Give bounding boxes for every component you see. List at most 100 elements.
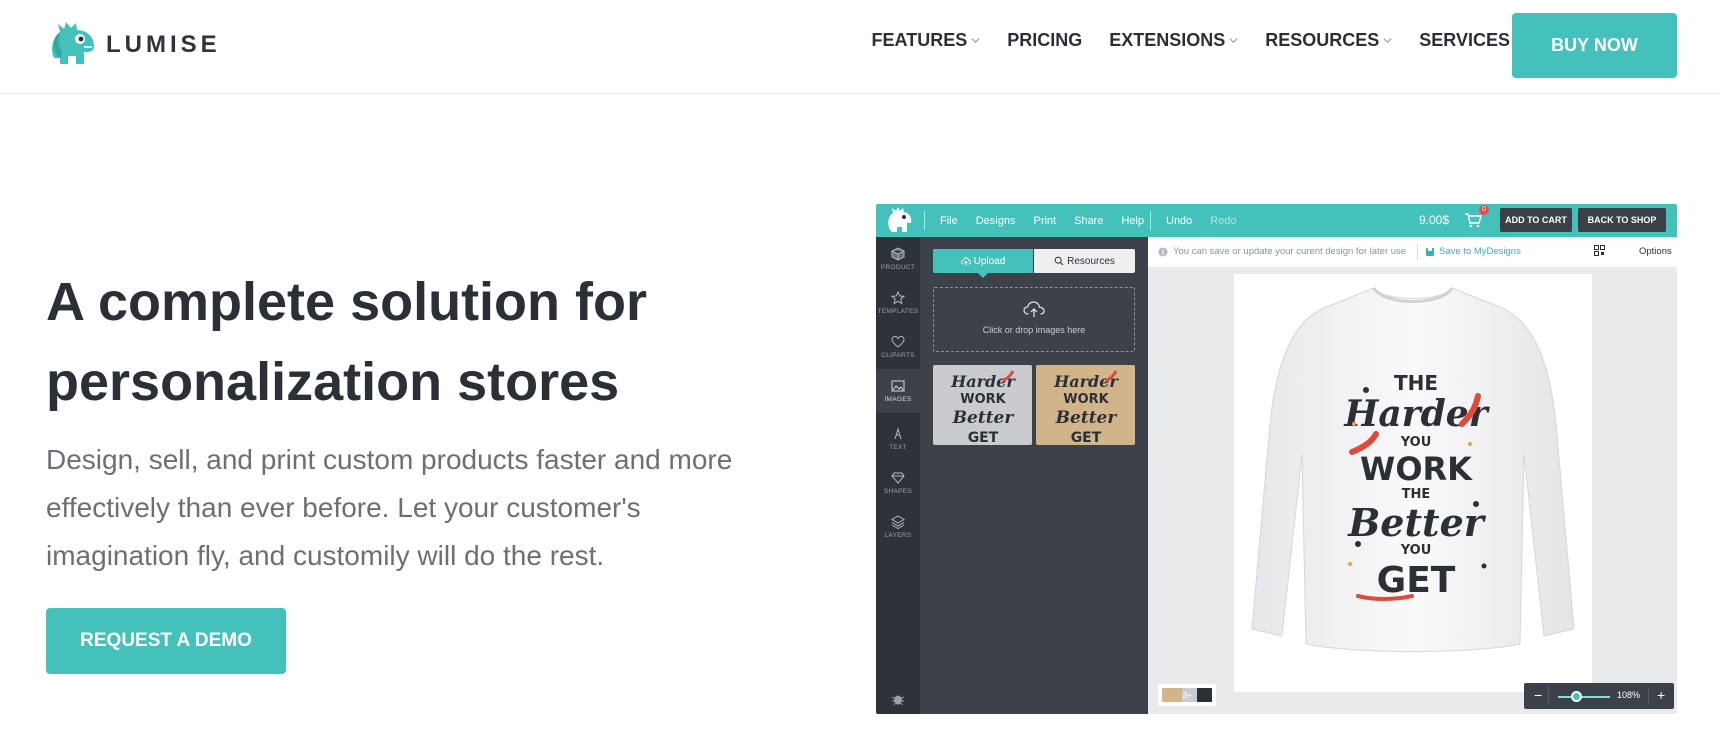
text-icon	[894, 427, 902, 440]
zoom-value: 108%	[1617, 690, 1641, 700]
zoom-slider-handle[interactable]	[1571, 691, 1582, 702]
zoom-out-button[interactable]: −	[1534, 687, 1542, 703]
thumb-text-harder: Harder	[1053, 372, 1119, 391]
cube-icon	[891, 247, 905, 261]
zoom-in-button[interactable]: +	[1657, 687, 1665, 703]
search-icon	[1054, 256, 1064, 266]
tab-resources[interactable]: Resources	[1034, 249, 1135, 273]
design-text-better: Better	[1347, 500, 1487, 545]
toolbar-divider	[924, 211, 925, 230]
hero-subtitle-line-1: Design, sell, and print custom products …	[46, 444, 733, 475]
nav-services[interactable]: SERVICES	[1419, 30, 1510, 51]
tab-upload-label: Upload	[973, 255, 1006, 267]
hero-subtitle-line-3: imagination fly, and customily will do t…	[46, 540, 605, 571]
thumb-text-work: WORK	[1063, 392, 1109, 407]
active-tab-indicator	[978, 273, 988, 278]
design-text-get: GET	[1377, 560, 1456, 601]
hero-subtitle-line-2: effectively than ever before. Let your c…	[46, 492, 641, 523]
design-stage[interactable]: THE Harder YOU WORK THE Better YOU GET	[1234, 274, 1592, 692]
sidebar-item-layers[interactable]: LAYERS	[876, 505, 920, 549]
zoom-divider	[1548, 687, 1549, 705]
tab-upload[interactable]: Upload	[933, 249, 1033, 273]
tab-resources-label: Resources	[1067, 255, 1115, 267]
site-header: LUMISE FEATURES PRICING EXTENSIONS RESOU…	[0, 0, 1720, 94]
images-panel: Upload Resources Click or drop images he…	[920, 237, 1148, 714]
thumb-text-get: GET	[1071, 430, 1102, 445]
sidebar-item-images[interactable]: IMAGES	[876, 369, 920, 413]
nav-extensions-label: EXTENSIONS	[1109, 30, 1226, 50]
sidebar-item-cliparts[interactable]: CLIPARTS	[876, 325, 920, 369]
nav-pricing[interactable]: PRICING	[1007, 30, 1082, 51]
chevron-down-icon	[1229, 38, 1238, 44]
qr-code-icon[interactable]	[1594, 245, 1605, 256]
buy-now-button[interactable]: BUY NOW	[1512, 13, 1677, 78]
dinosaur-logo-icon	[52, 22, 94, 64]
color-swatch-strip: 3+	[1162, 688, 1212, 702]
zoom-slider-track[interactable]	[1558, 696, 1610, 698]
long-sleeve-shirt-mockup: THE Harder YOU WORK THE Better YOU GET	[1251, 287, 1575, 652]
cart-icon[interactable]	[1464, 212, 1482, 228]
sidebar-label-product: PRODUCT	[880, 264, 916, 271]
uploaded-image-thumb[interactable]: Harder WORK Better GET	[933, 365, 1032, 445]
cloud-upload-icon	[960, 257, 971, 265]
product-color-picker[interactable]: 3+	[1158, 684, 1216, 706]
info-icon	[1158, 247, 1168, 256]
undo-button[interactable]: Undo	[1166, 215, 1192, 227]
redo-button[interactable]: Redo	[1210, 215, 1236, 227]
editor-logo-icon[interactable]	[884, 206, 914, 235]
sidebar-item-product[interactable]: PRODUCT	[876, 237, 920, 281]
editor-screenshot: File Designs Print Share Help Undo Redo …	[876, 204, 1677, 714]
chevron-down-icon	[1383, 38, 1392, 44]
uploaded-image-thumb[interactable]: Harder WORK Better GET	[1036, 365, 1135, 445]
sidebar-label-cliparts: CLIPARTS	[881, 352, 915, 359]
chevron-down-icon	[971, 38, 980, 44]
heart-icon	[891, 335, 905, 348]
bug-icon[interactable]	[891, 692, 905, 706]
menu-share[interactable]: Share	[1074, 215, 1103, 227]
menu-help[interactable]: Help	[1121, 215, 1144, 227]
menu-print[interactable]: Print	[1033, 215, 1056, 227]
canvas-bar-divider	[1417, 244, 1418, 260]
add-to-cart-button[interactable]: ADD TO CART	[1500, 208, 1572, 232]
editor-sidebar: PRODUCT TEMPLATES CLIPARTS IMAGES TEXT S…	[876, 237, 920, 714]
dropzone-text: Click or drop images here	[982, 325, 1086, 335]
sidebar-label-layers: LAYERS	[884, 532, 912, 539]
design-text-work: WORK	[1360, 450, 1473, 488]
hero-title-line-1: A complete solution for	[46, 272, 648, 332]
editor-menu: File Designs Print Share Help	[940, 204, 1162, 237]
sidebar-label-shapes: SHAPES	[883, 488, 913, 495]
zoom-divider	[1648, 687, 1649, 705]
canvas-info-bar: You can save or update your curent desig…	[1148, 237, 1677, 267]
cart-count-badge: 0	[1479, 205, 1489, 215]
nav-resources[interactable]: RESOURCES	[1265, 30, 1392, 51]
floppy-disk-icon	[1426, 247, 1434, 256]
thumb-text-get: GET	[968, 430, 999, 445]
menu-file[interactable]: File	[940, 215, 958, 227]
sidebar-label-templates: TEMPLATES	[877, 308, 919, 315]
nav-extensions[interactable]: EXTENSIONS	[1109, 30, 1238, 51]
logo[interactable]: LUMISE	[46, 20, 221, 70]
toolbar-divider	[1150, 211, 1151, 230]
sidebar-item-text[interactable]: TEXT	[876, 417, 920, 461]
nav-features-label: FEATURES	[871, 30, 968, 50]
save-hint-text: You can save or update your curent desig…	[1173, 246, 1407, 257]
nav-features[interactable]: FEATURES	[872, 30, 981, 51]
save-to-mydesigns-link[interactable]: Save to MyDesigns	[1425, 246, 1521, 257]
request-demo-button[interactable]: REQUEST A DEMO	[46, 608, 286, 674]
design-text-you-2: YOU	[1400, 543, 1432, 558]
menu-designs[interactable]: Designs	[976, 215, 1016, 227]
hero-title: A complete solution for personalization …	[46, 262, 806, 422]
back-to-shop-button[interactable]: BACK TO SHOP	[1578, 208, 1666, 232]
layers-icon	[891, 515, 905, 529]
save-hint: You can save or update your curent desig…	[1158, 246, 1406, 257]
options-button[interactable]: Options	[1639, 246, 1672, 257]
diamond-icon	[891, 472, 905, 484]
sidebar-item-templates[interactable]: TEMPLATES	[876, 281, 920, 325]
logo-text: LUMISE	[106, 31, 221, 58]
sidebar-item-shapes[interactable]: SHAPES	[876, 461, 920, 505]
thumb-text-better: Better	[1055, 408, 1118, 428]
image-dropzone[interactable]: Click or drop images here	[933, 287, 1135, 352]
star-icon	[891, 291, 905, 305]
main-nav: FEATURES PRICING EXTENSIONS RESOURCES SE…	[845, 30, 1510, 51]
image-icon	[891, 380, 905, 392]
